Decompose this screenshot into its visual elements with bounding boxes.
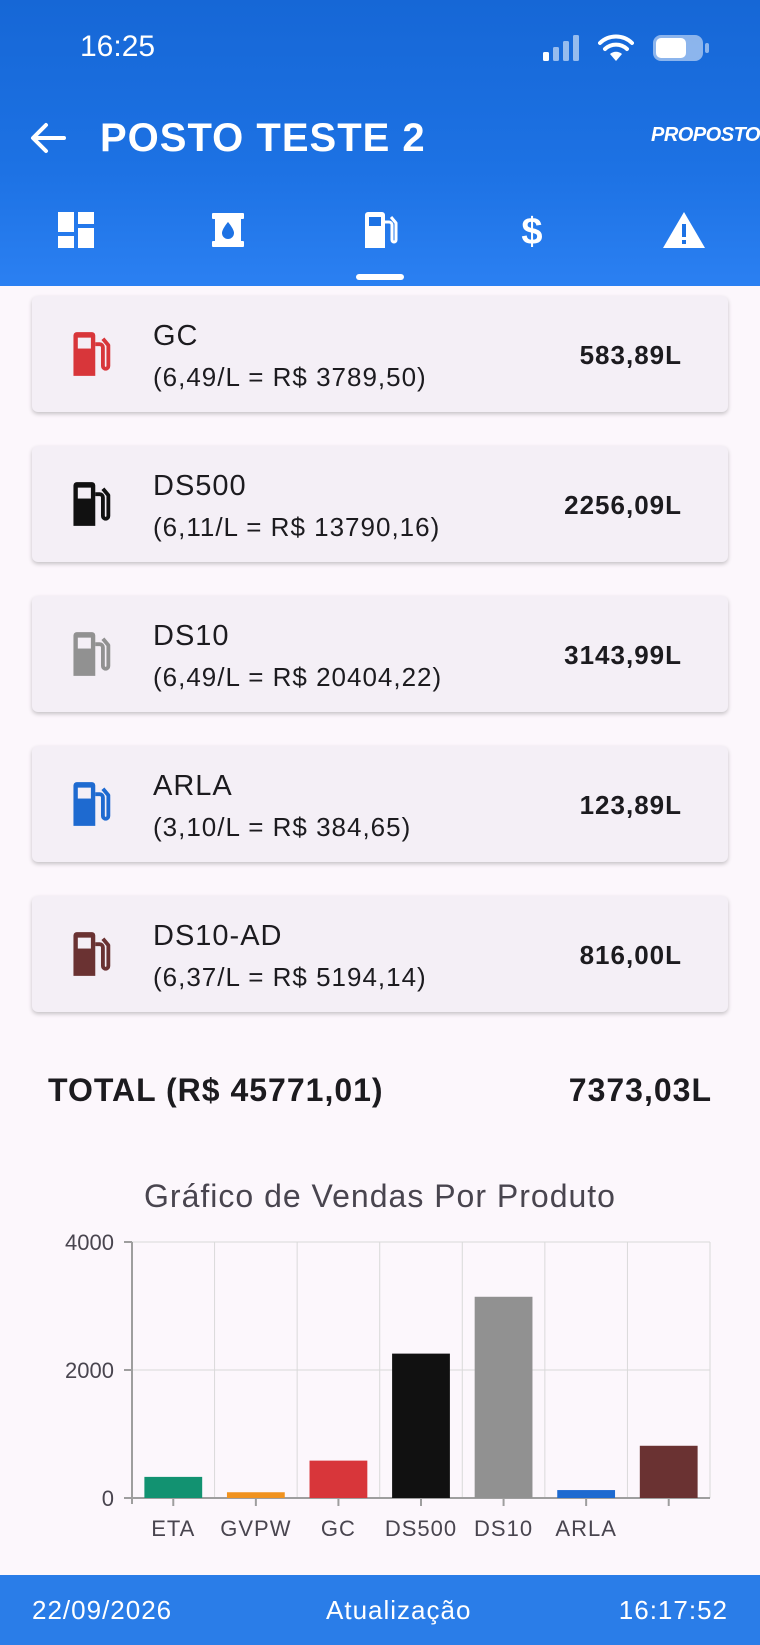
product-price-detail: (6,11/L = R$ 13790,16) (153, 512, 441, 542)
fuel-pump-icon (73, 482, 111, 526)
tab-alerts[interactable] (644, 200, 724, 286)
tab-finance[interactable]: $ (492, 200, 572, 286)
bar-eta (144, 1476, 203, 1498)
footer-label: Atualização (326, 1595, 472, 1625)
dollar-icon: $ (521, 211, 542, 250)
product-card[interactable]: ARLA (3,10/L = R$ 384,65) 123,89L (32, 746, 728, 862)
product-volume: 3143,99L (564, 640, 682, 670)
x-tick-label: GC (321, 1516, 356, 1541)
tab-bar: $ (0, 200, 760, 286)
product-name: DS10 (153, 620, 230, 652)
wifi-icon (598, 34, 634, 61)
app-header: 16:25 POSTO TESTE 2 PROPOSTO $ (0, 0, 760, 286)
product-volume: 816,00L (579, 940, 682, 970)
fuel-pump-icon (73, 932, 111, 976)
x-tick-label: DS500 (385, 1516, 457, 1541)
product-card[interactable]: DS10 (6,49/L = R$ 20404,22) 3143,99L (32, 596, 728, 712)
battery-icon (653, 35, 709, 61)
status-icons (542, 34, 710, 62)
product-name: GC (153, 320, 199, 352)
x-tick-label: ETA (151, 1516, 195, 1541)
product-volume: 123,89L (579, 790, 682, 820)
tank-icon (212, 213, 244, 247)
tab-dashboard[interactable] (36, 200, 116, 286)
fuel-pump-icon (73, 632, 111, 676)
svg-text:$: $ (521, 211, 542, 250)
x-tick-label: DS10 (474, 1516, 533, 1541)
title-row: POSTO TESTE 2 PROPOSTO (0, 108, 760, 172)
chart-title: Gráfico de Vendas Por Produto (144, 1178, 616, 1214)
bar-ds500 (392, 1353, 450, 1498)
y-tick-label: 0 (102, 1486, 114, 1511)
bar-ds10 (474, 1296, 533, 1498)
product-name: DS10-AD (153, 920, 283, 952)
product-price-detail: (6,49/L = R$ 20404,22) (153, 662, 443, 692)
signal-icon (543, 35, 579, 61)
product-price-detail: (3,10/L = R$ 384,65) (153, 812, 412, 842)
product-price-detail: (6,37/L = R$ 5194,14) (153, 962, 427, 992)
product-volume: 583,89L (579, 340, 682, 370)
tab-tank[interactable] (188, 200, 268, 286)
y-tick-label: 2000 (65, 1358, 114, 1383)
product-name: ARLA (153, 770, 233, 802)
footer-time: 16:17:52 (618, 1595, 728, 1625)
bar-unlabeled (639, 1445, 698, 1498)
y-tick-label: 4000 (65, 1230, 114, 1255)
fuel-pump-icon (73, 782, 111, 826)
product-volume: 2256,09L (564, 490, 682, 520)
status-time: 16:25 (80, 30, 156, 63)
product-name: DS500 (153, 470, 247, 502)
product-card[interactable]: GC (6,49/L = R$ 3789,50) 583,89L (32, 296, 728, 412)
footer-date: 22/09/2026 (32, 1595, 173, 1625)
fuel-pump-icon (73, 332, 111, 376)
product-price-detail: (6,49/L = R$ 3789,50) (153, 362, 427, 392)
x-tick-label: ARLA (555, 1516, 616, 1541)
product-card[interactable]: DS500 (6,11/L = R$ 13790,16) 2256,09L (32, 446, 728, 562)
footer-bar: 22/09/2026 Atualização 16:17:52 (0, 1575, 760, 1645)
sales-bar-chart: 0 2000 4000 ETA GVPW GC DS500 DS10 ARLA (65, 1230, 711, 1541)
bar-gc (309, 1460, 368, 1498)
product-card[interactable]: DS10-AD (6,37/L = R$ 5194,14) 816,00L (32, 896, 728, 1012)
brand-logo: PROPOSTO (651, 124, 760, 146)
active-tab-indicator (356, 274, 404, 280)
dashboard-icon (58, 212, 94, 248)
x-tick-label: GVPW (220, 1516, 291, 1541)
warning-icon (663, 212, 705, 248)
total-volume: 7373,03L (568, 1072, 712, 1108)
bar-arla (557, 1490, 616, 1498)
fuel-pump-icon (365, 212, 398, 248)
total-label: TOTAL (R$ 45771,01) (48, 1072, 384, 1108)
bar-gvpw (226, 1492, 285, 1498)
back-arrow-icon[interactable] (28, 118, 68, 158)
page-title: POSTO TESTE 2 (100, 116, 426, 160)
